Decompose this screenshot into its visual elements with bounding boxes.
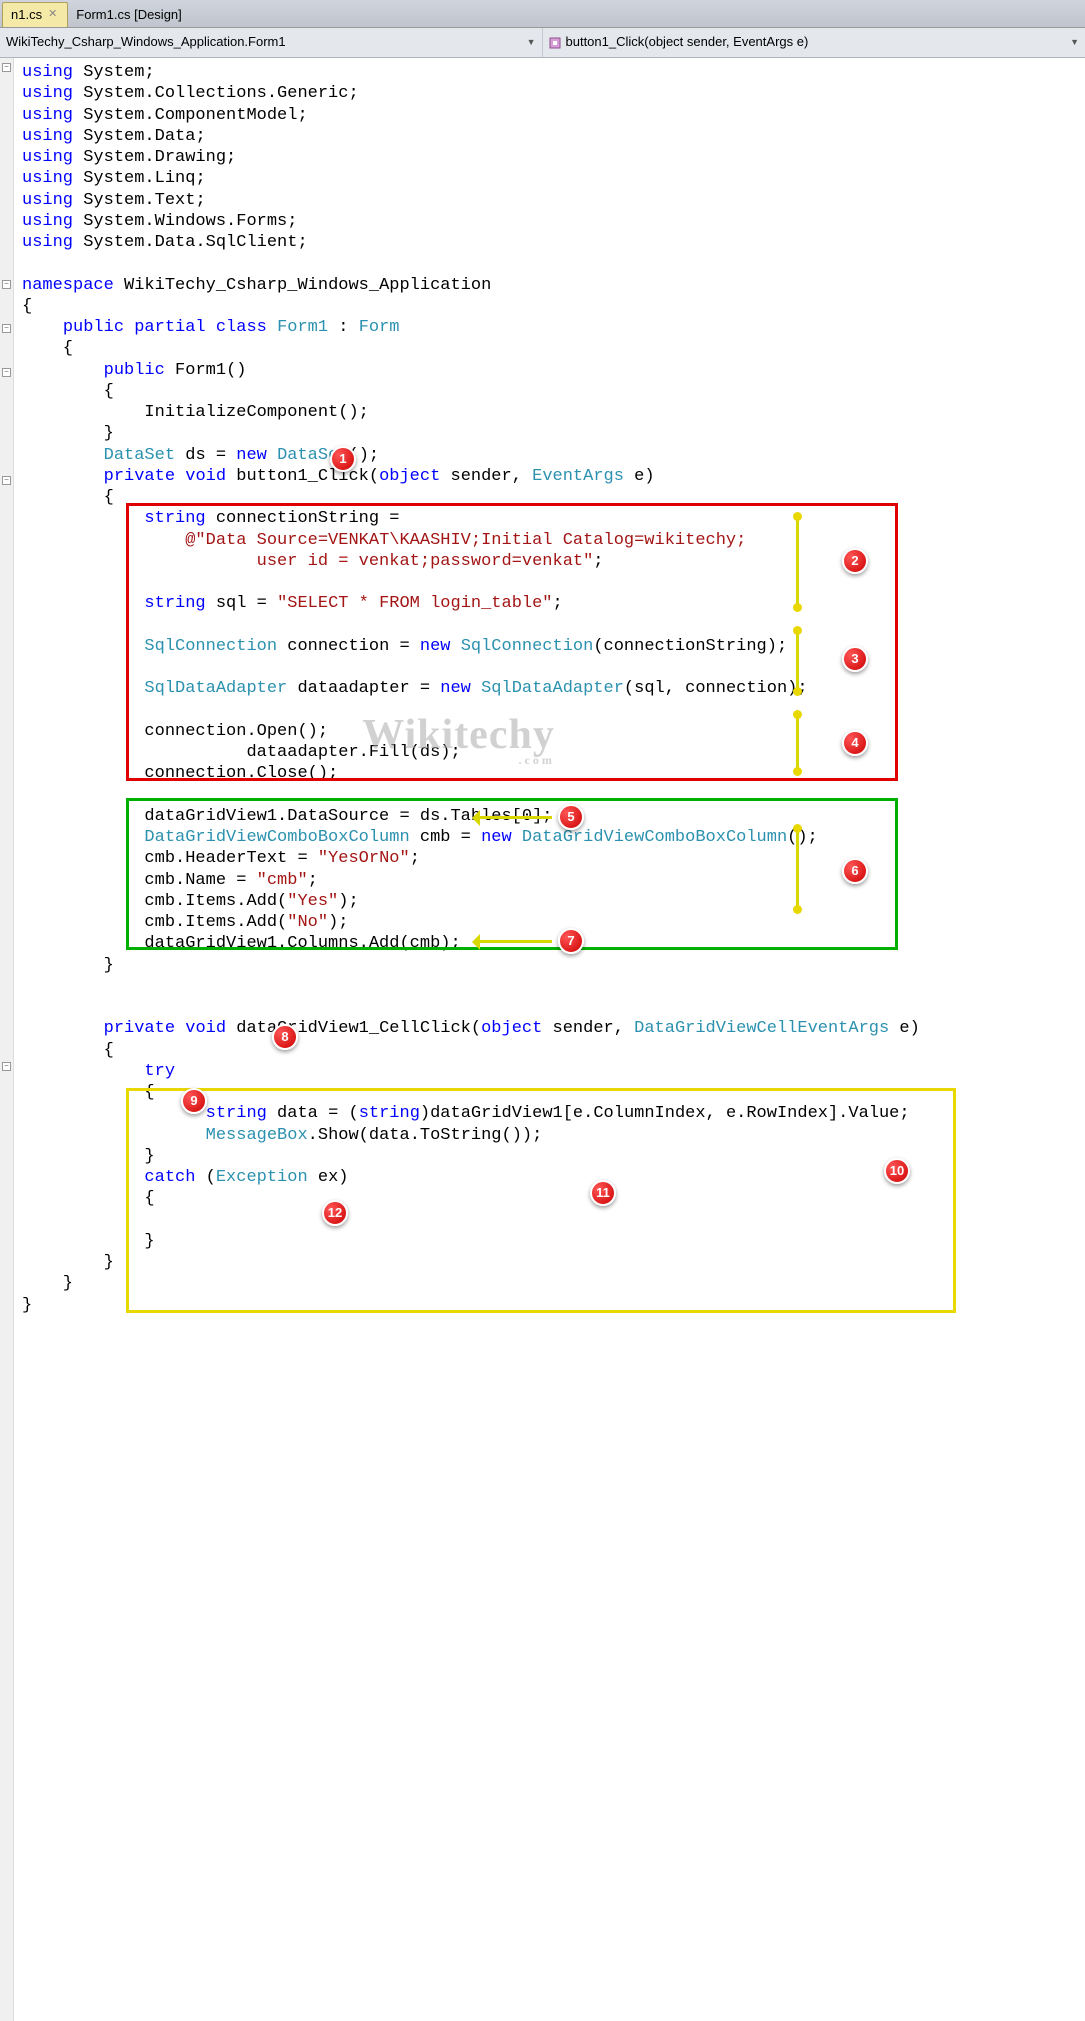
gutter: − − − − − − xyxy=(0,58,14,2021)
collapse-icon[interactable]: − xyxy=(2,63,11,72)
code-editor[interactable]: − − − − − − using System; using System.C… xyxy=(0,58,1085,2021)
annotation-badge: 10 xyxy=(884,1158,910,1184)
method-icon xyxy=(549,37,561,49)
arrow-icon xyxy=(474,940,552,943)
highlight-box-yellow xyxy=(126,1088,956,1313)
annotation-badge: 8 xyxy=(272,1024,298,1050)
close-icon[interactable]: ✕ xyxy=(48,8,57,22)
annotation-badge: 6 xyxy=(842,858,868,884)
tab-label: Form1.cs [Design] xyxy=(76,7,181,23)
annotation-badge: 7 xyxy=(558,928,584,954)
annotation-badge: 5 xyxy=(558,804,584,830)
nav-member-label: button1_Click(object sender, EventArgs e… xyxy=(566,34,809,50)
nav-bar: WikiTechy_Csharp_Windows_Application.For… xyxy=(0,28,1085,58)
annotation-badge: 11 xyxy=(590,1180,616,1206)
vertical-bracket xyxy=(796,828,799,910)
code-area[interactable]: using System; using System.Collections.G… xyxy=(14,58,1085,2021)
tab-label: n1.cs xyxy=(11,7,42,23)
collapse-icon[interactable]: − xyxy=(2,1062,11,1071)
collapse-icon[interactable]: − xyxy=(2,324,11,333)
nav-type-dropdown[interactable]: WikiTechy_Csharp_Windows_Application.For… xyxy=(0,28,543,57)
annotation-badge: 4 xyxy=(842,730,868,756)
arrow-icon xyxy=(474,816,552,819)
annotation-badge: 2 xyxy=(842,548,868,574)
vertical-bracket xyxy=(796,714,799,772)
chevron-down-icon: ▼ xyxy=(1070,37,1079,48)
vertical-bracket xyxy=(796,630,799,692)
nav-type-label: WikiTechy_Csharp_Windows_Application.For… xyxy=(6,34,286,50)
tab-file-active[interactable]: n1.cs ✕ xyxy=(2,2,68,27)
annotation-badge: 12 xyxy=(322,1200,348,1226)
highlight-box-red xyxy=(126,503,898,781)
tab-bar: n1.cs ✕ Form1.cs [Design] xyxy=(0,0,1085,28)
tab-file[interactable]: Form1.cs [Design] xyxy=(68,3,191,27)
collapse-icon[interactable]: − xyxy=(2,476,11,485)
collapse-icon[interactable]: − xyxy=(2,368,11,377)
annotation-badge: 1 xyxy=(330,446,356,472)
vertical-bracket xyxy=(796,516,799,608)
nav-member-dropdown[interactable]: button1_Click(object sender, EventArgs e… xyxy=(543,28,1085,57)
annotation-badge: 3 xyxy=(842,646,868,672)
collapse-icon[interactable]: − xyxy=(2,280,11,289)
highlight-box-green xyxy=(126,798,898,950)
annotation-badge: 9 xyxy=(181,1088,207,1114)
chevron-down-icon: ▼ xyxy=(527,37,536,48)
